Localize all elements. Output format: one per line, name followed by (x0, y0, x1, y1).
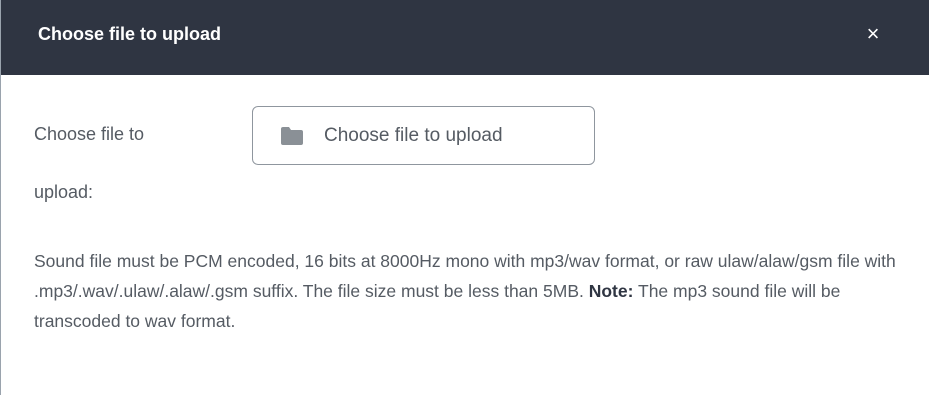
choose-file-button[interactable]: Choose file to upload (252, 106, 595, 165)
file-field-label-line1: Choose file to (34, 124, 145, 144)
folder-icon (281, 126, 303, 145)
dialog-title: Choose file to upload (38, 24, 221, 44)
file-field-label-line2: upload: (34, 182, 94, 202)
upload-dialog: Choose file to upload × Choose file to u… (0, 0, 929, 395)
choose-file-button-label: Choose file to upload (324, 124, 503, 146)
note-label: Note: (588, 281, 634, 301)
close-button[interactable]: × (853, 18, 893, 50)
dialog-header: Choose file to upload × (1, 0, 929, 75)
close-icon: × (866, 21, 880, 46)
file-field-label: Choose file to upload: (34, 105, 214, 221)
file-requirements-text: Sound file must be PCM encoded, 16 bits … (34, 246, 914, 336)
